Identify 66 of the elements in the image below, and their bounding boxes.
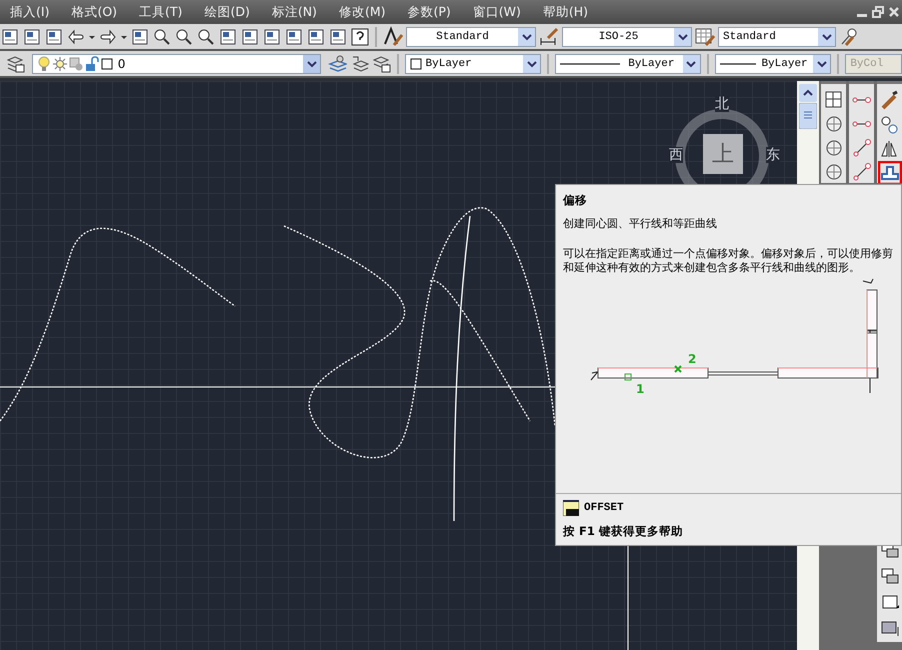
zoom-previous-icon[interactable] [196,26,216,46]
tooltip-description: 可以在指定距离或通过一个点偏移对象。偏移对象后，可以使用修剪和延伸这种有效的方式来创建包含多条平行线和曲线的图形。 [562,246,894,275]
color-swatch-icon [100,58,113,70]
text-brush-icon[interactable] [382,26,404,48]
dimension-style-icon[interactable] [538,26,560,48]
restore-icon[interactable] [872,6,884,18]
menu-item[interactable]: 插入(I) [10,4,50,20]
menu-item[interactable]: 窗口(W) [472,4,521,20]
text-edit-icon[interactable] [880,593,900,611]
tooltip-summary: 创建同心圆、平行线和等距曲线 [562,216,718,231]
menu-item[interactable]: 绘图(D) [204,4,250,20]
zoom-icon[interactable] [152,26,172,46]
chevron-down-icon[interactable] [816,60,827,68]
close-icon[interactable] [888,6,900,18]
line-sample-icon [720,62,756,66]
chevron-down-icon[interactable] [678,32,688,40]
menu-item[interactable]: 标注(N) [272,4,317,20]
compass-label[interactable]: 东 [766,147,780,163]
compass-label[interactable]: 北 [715,96,729,112]
chevron-down-icon[interactable] [822,32,832,40]
layer-manager-icon[interactable] [6,54,25,74]
linetype-dropdown[interactable]: ByLayer [554,54,701,74]
dimension-style-dropdown[interactable]: ISO-25 [562,26,692,46]
layer-previous-icon[interactable] [350,54,369,74]
make-current-layer-icon[interactable] [328,54,348,74]
layer-dropdown[interactable]: 0 [32,54,322,74]
viewport-gear-icon[interactable] [68,56,83,72]
table-style-icon[interactable] [694,26,716,48]
lineweight-dropdown[interactable]: ByLayer [714,54,832,74]
menu-item[interactable]: 修改(M) [338,4,386,20]
image-frame-icon[interactable] [880,619,900,637]
help-hint: 按 F1 键获得更多帮助 [563,524,684,539]
layer-state-icon[interactable] [372,54,391,74]
chevron-down-icon[interactable] [526,60,537,68]
dimension-line-icon[interactable] [850,137,872,159]
stacked-windows-icon[interactable] [880,567,900,585]
chevron-down-icon[interactable] [306,60,317,68]
chevron-down-icon[interactable] [522,32,532,40]
scroll-up-icon[interactable] [799,84,817,102]
tooltip-title: 偏移 [562,192,588,208]
help-icon[interactable] [350,26,370,46]
point-label: 1 [636,382,644,396]
unlocked-padlock-icon[interactable] [84,56,99,72]
zoom-window-icon[interactable] [174,26,194,46]
point-label: 2 [688,352,696,366]
view-cube-face[interactable]: 上 [703,134,743,174]
color-dropdown[interactable]: ByLayer [404,54,542,74]
line-sample-icon [560,62,620,66]
command-window-icon [563,500,579,516]
menu-item[interactable]: 工具(T) [139,4,182,20]
command-name: OFFSET [584,502,624,514]
dimension-line-icon[interactable] [850,161,872,183]
table-style-dropdown[interactable]: Standard [718,26,836,46]
sun-icon[interactable] [52,56,67,72]
compass-label[interactable]: 西 [669,147,683,163]
scroll-thumb-icon[interactable] [799,103,817,129]
chevron-down-icon[interactable] [686,60,696,68]
color-swatch-icon [410,58,422,70]
spline-curve[interactable] [453,216,471,521]
text-style-dropdown[interactable]: Standard [406,26,536,46]
lightbulb-icon[interactable] [36,56,51,72]
spline-curve[interactable] [430,280,531,422]
menu-item[interactable]: 帮助(H) [542,4,588,20]
offset-shape-icon[interactable] [878,161,902,183]
menu-item[interactable]: 格式(O) [71,4,118,20]
menu-item[interactable]: 参数(P) [407,4,451,20]
